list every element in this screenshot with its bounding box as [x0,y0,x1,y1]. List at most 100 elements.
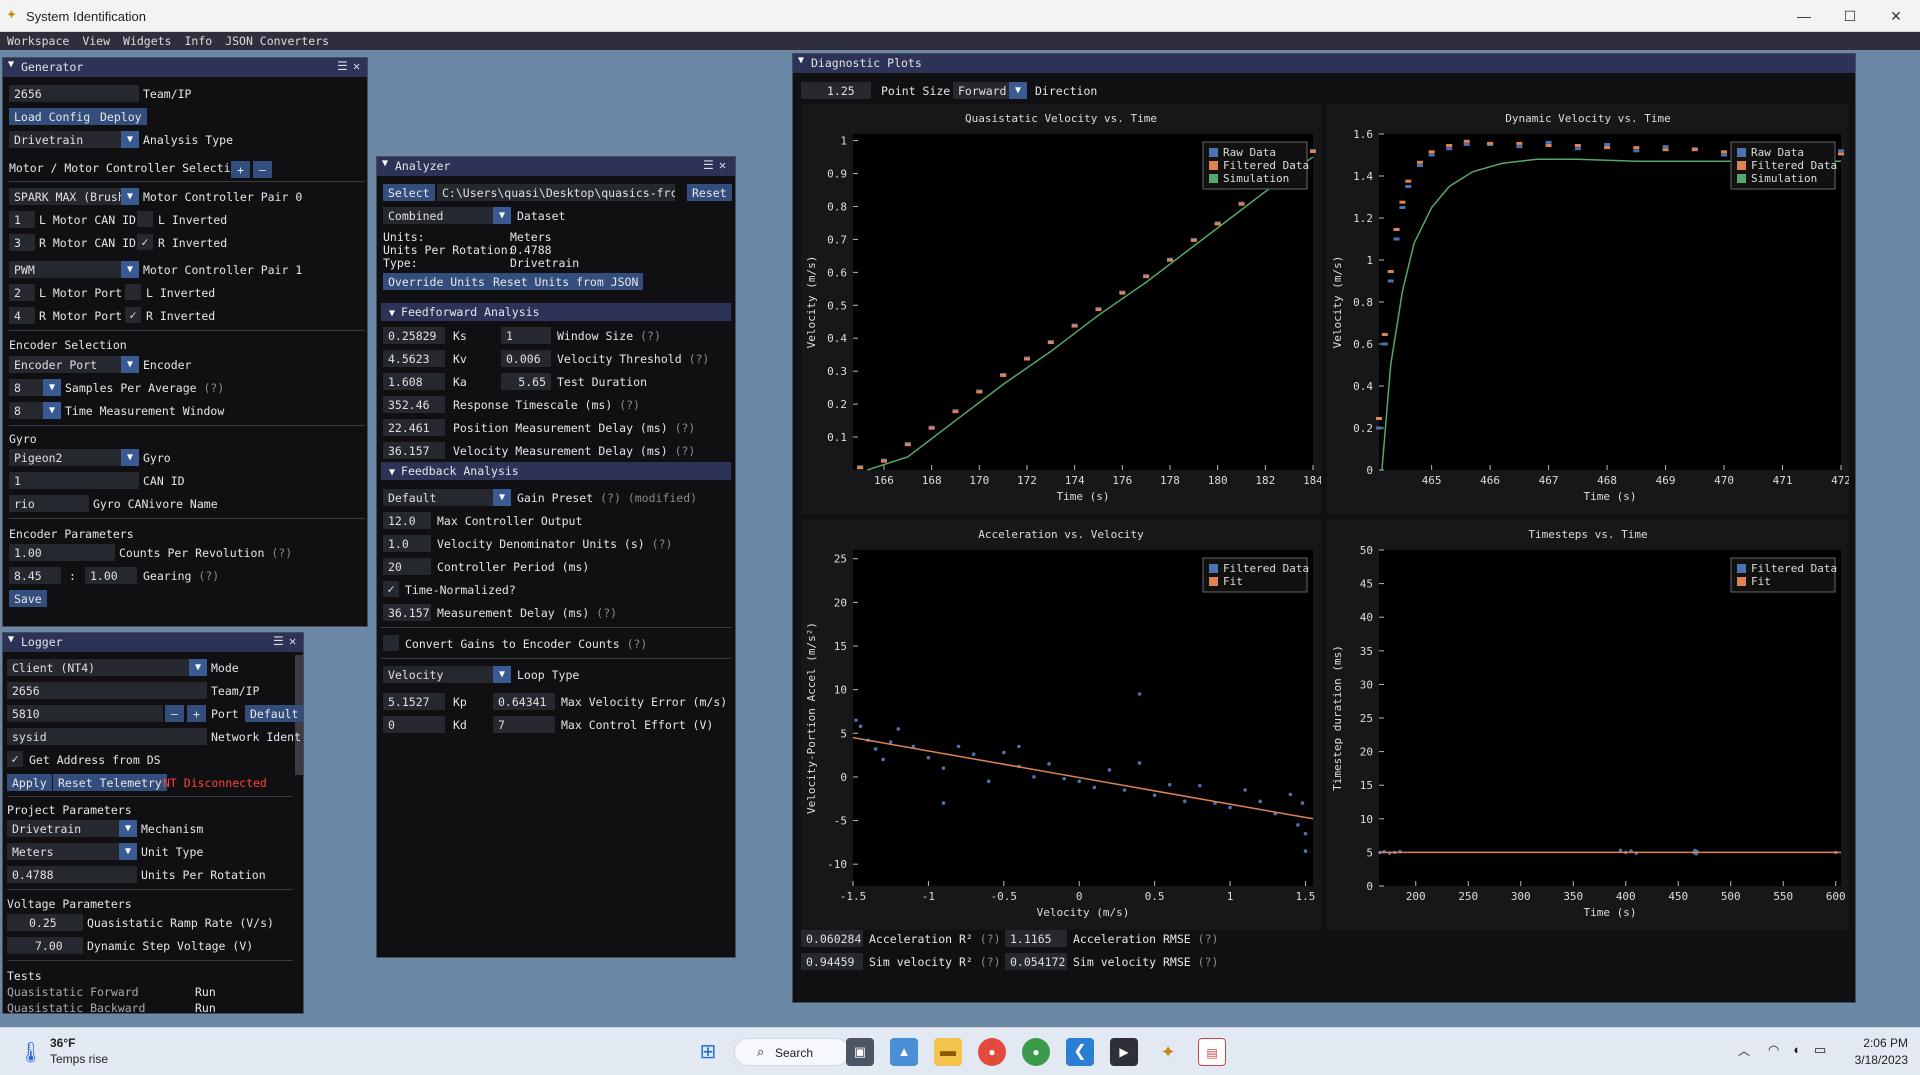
controller-period-input[interactable]: 20 [383,558,431,575]
analysis-type-select[interactable]: Drivetrain ▼ [9,131,139,148]
close-icon[interactable]: ✕ [353,59,360,73]
app-icon-active[interactable]: ▤ [1198,1038,1226,1066]
chevron-up-icon[interactable]: ︿ [1738,1042,1750,1059]
time-normalized-checkbox[interactable]: ✓ [383,581,399,597]
l-inverted2-checkbox[interactable] [125,284,141,300]
sim-r2-field[interactable]: 0.94459 [801,953,863,970]
accel-velocity-plot[interactable]: Acceleration vs. Velocity -1.5 -1 -0.5 0 0.5… [801,520,1321,930]
get-address-checkbox[interactable]: ✓ [7,751,23,767]
gearing-a-input[interactable]: 8.45 [9,567,61,584]
test-qf-run-button[interactable]: Run [195,985,216,999]
port-input[interactable]: 5810 [7,705,163,722]
port-increment-button[interactable]: + [187,705,206,722]
team-input[interactable]: 2656 [7,682,207,699]
r-inverted-checkbox[interactable]: ✓ [137,234,153,250]
step-voltage-input[interactable]: 7.00 [7,937,83,954]
collapse-icon[interactable]: ▼ [798,55,804,66]
sim-rmse-field[interactable]: 0.054172 [1005,953,1067,970]
gyro-select[interactable]: Pigeon2 ▼ [9,449,139,466]
test-duration-slider[interactable]: 5.65 [501,373,551,390]
dynamic-plot[interactable]: Dynamic Velocity vs. Time 465 466 467 468 46… [1327,104,1849,514]
units-per-rotation-input[interactable]: 0.4788 [7,866,137,883]
accel-r2-field[interactable]: 0.060284 [801,930,863,947]
feedback-header[interactable]: ▼ Feedback Analysis [381,462,731,480]
team-input[interactable]: 2656 [9,85,139,102]
feedforward-header[interactable]: ▼ Feedforward Analysis [381,303,731,321]
ka-field[interactable]: 1.608 [383,373,445,390]
override-units-button[interactable]: Override Units [383,273,490,290]
analyzer-titlebar[interactable]: ▼ Analyzer ☰ ✕ [377,157,735,176]
volume-icon[interactable]: ◖ [1792,1042,1800,1057]
velocity-threshold-input[interactable]: 0.006 [501,350,551,367]
motor-controller-pair0-select[interactable]: SPARK MAX (Brushl ▼ [9,188,139,205]
windows-start-icon[interactable]: ⊞ [694,1038,722,1066]
ks-field[interactable]: 0.25829 [383,327,445,344]
r-motor-port-input[interactable]: 4 [9,307,35,324]
close-icon[interactable]: ✕ [719,158,726,172]
wifi-icon[interactable]: ◠ [1768,1042,1779,1058]
can-id-input[interactable]: 1 [9,472,139,489]
loop-type-select[interactable]: Velocity ▼ [383,666,511,683]
max-velocity-error-input[interactable]: 0.64341 [493,693,555,710]
search-box[interactable]: ⌕ Search [734,1038,850,1066]
logger-titlebar[interactable]: ▼ Logger ☰ ✕ [3,633,303,652]
collapse-icon[interactable]: ▼ [382,158,388,169]
max-output-input[interactable]: 12.0 [383,512,431,529]
network-ident-input[interactable]: sysid [7,728,207,745]
measurement-delay-input[interactable]: 36.157 [383,604,431,621]
unit-type-select[interactable]: Meters ▼ [7,843,137,860]
encoder-select[interactable]: Encoder Port ▼ [9,356,139,373]
r-motor-can-input[interactable]: 3 [9,234,35,251]
gearing-b-input[interactable]: 1.00 [85,567,137,584]
velocity-delay-field[interactable]: 36.157 [383,442,445,459]
menu-view[interactable]: View [75,32,116,48]
gain-preset-select[interactable]: Default ▼ [383,489,511,506]
reset-units-button[interactable]: Reset Units from JSON [488,273,644,290]
cpr-input[interactable]: 1.00 [9,544,115,561]
save-button[interactable]: Save [9,590,47,607]
generator-titlebar[interactable]: ▼ Generator ☰ ✕ [3,58,367,77]
vscode-icon[interactable]: ❮ [1066,1038,1094,1066]
clock-date[interactable]: 3/18/2023 [1848,1053,1908,1067]
default-port-button[interactable]: Default [245,705,303,722]
remove-pair-button[interactable]: – [253,161,272,178]
add-pair-button[interactable]: + [231,161,250,178]
close-icon[interactable]: ✕ [289,634,296,648]
max-control-effort-input[interactable]: 7 [493,716,555,733]
menu-workspace[interactable]: Workspace [0,32,75,48]
test-qb-run-button[interactable]: Run [195,1001,216,1013]
hamburger-icon[interactable]: ☰ [337,59,348,73]
quasistatic-plot[interactable]: Quasistatic Velocity vs. Time 166 168 170 1… [801,104,1321,514]
accel-rmse-field[interactable]: 1.1165 [1005,930,1067,947]
photos-icon[interactable]: ▲ [890,1038,918,1066]
reset-button[interactable]: Reset [687,184,732,201]
file-explorer-icon[interactable]: ▬ [934,1038,962,1066]
close-button[interactable]: ✕ [1876,4,1916,28]
battery-icon[interactable]: ▭ [1814,1042,1826,1058]
vel-denom-input[interactable]: 1.0 [383,535,431,552]
chrome-icon-2[interactable]: ● [1022,1038,1050,1066]
direction-select[interactable]: Forward ▼ [953,82,1027,99]
menu-info[interactable]: Info [177,32,218,48]
diag-titlebar[interactable]: ▼ Diagnostic Plots [793,54,1855,73]
maximize-button[interactable]: ☐ [1830,4,1870,28]
kd-field[interactable]: 0 [383,716,445,733]
r-inverted2-checkbox[interactable]: ✓ [125,307,141,323]
ramp-rate-input[interactable]: 0.25 [7,914,83,931]
position-delay-field[interactable]: 22.461 [383,419,445,436]
kv-field[interactable]: 4.5623 [383,350,445,367]
timesteps-plot[interactable]: Timesteps vs. Time 200 250 300 350 400 450 500… [1327,520,1849,930]
load-config-button[interactable]: Load Config [9,108,96,125]
deploy-button[interactable]: Deploy [95,108,147,125]
sysid-app-icon[interactable]: ✦ [1154,1038,1182,1066]
collapse-icon[interactable]: ▼ [8,634,14,645]
l-motor-port-input[interactable]: 2 [9,284,35,301]
l-motor-can-input[interactable]: 1 [9,211,35,228]
kp-field[interactable]: 5.1527 [383,693,445,710]
reset-telemetry-button[interactable]: Reset Telemetry [53,774,167,791]
terminal-icon[interactable]: ▶ [1110,1038,1138,1066]
l-inverted-checkbox[interactable] [137,211,153,227]
clock-time[interactable]: 2:06 PM [1848,1036,1908,1050]
response-timescale-field[interactable]: 352.46 [383,396,445,413]
apply-button[interactable]: Apply [7,774,52,791]
